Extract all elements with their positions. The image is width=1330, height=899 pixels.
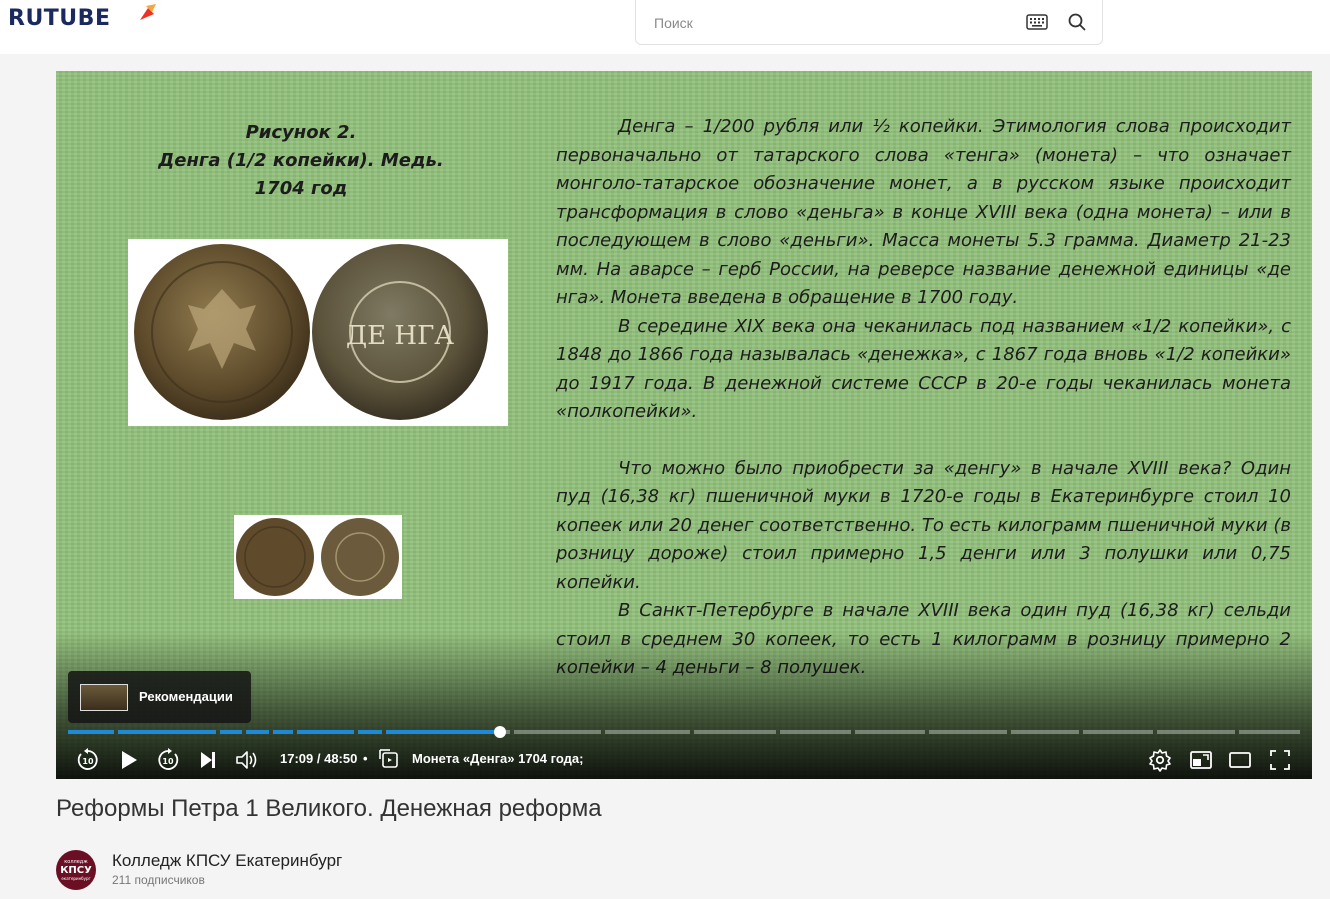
- svg-text:10: 10: [162, 757, 174, 766]
- progress-segment[interactable]: [780, 730, 851, 734]
- progress-segment[interactable]: [514, 730, 601, 734]
- progress-segment[interactable]: [68, 730, 114, 734]
- video-title: Реформы Петра 1 Великого. Денежная рефор…: [56, 795, 602, 822]
- progress-segment[interactable]: [1157, 730, 1235, 734]
- channel-avatar[interactable]: колледж КПСУ екатеринбург: [56, 850, 96, 890]
- figure-caption-line: Рисунок 2.: [245, 122, 357, 143]
- recommendations-thumbnail: [80, 684, 128, 711]
- progress-fill: [220, 730, 242, 734]
- theater-mode-icon[interactable]: [1228, 748, 1252, 772]
- volume-icon[interactable]: [234, 748, 260, 772]
- channel-name[interactable]: Колледж КПСУ Екатеринбург: [112, 851, 342, 871]
- video-player[interactable]: Рисунок 2. Денга (1/2 копейки). Медь. 17…: [56, 71, 1312, 779]
- rewind-10-icon[interactable]: 10: [76, 748, 100, 772]
- progress-fill: [358, 730, 382, 734]
- progress-segment[interactable]: [273, 730, 293, 734]
- search-icon[interactable]: [1068, 13, 1086, 31]
- coin-image-large: ДЕ НГА: [128, 239, 508, 426]
- search-input[interactable]: [652, 12, 1016, 34]
- progress-segment[interactable]: [694, 730, 776, 734]
- progress-segment[interactable]: [929, 730, 1007, 734]
- subscriber-count: 211 подписчиков: [112, 873, 205, 887]
- top-bar: RUTUBE: [0, 0, 1330, 54]
- svg-text:10: 10: [82, 757, 94, 766]
- progress-segment[interactable]: [855, 730, 925, 734]
- figure-caption: Рисунок 2. Денга (1/2 копейки). Медь. 17…: [126, 119, 476, 203]
- logo-mark-icon: [140, 4, 156, 20]
- picture-in-picture-icon[interactable]: [1189, 748, 1213, 772]
- progress-segment[interactable]: [220, 730, 242, 734]
- progress-segment[interactable]: [1083, 730, 1153, 734]
- forward-10-icon[interactable]: 10: [156, 748, 180, 772]
- separator-dot: •: [363, 751, 368, 766]
- progress-segment[interactable]: [1239, 730, 1300, 734]
- progress-fill: [297, 730, 354, 734]
- progress-fill: [246, 730, 269, 734]
- progress-segment[interactable]: [118, 730, 216, 734]
- recommendations-label: Рекомендации: [139, 689, 233, 704]
- chapters-icon[interactable]: [378, 747, 400, 769]
- figure-caption-line: 1704 год: [254, 178, 348, 199]
- progress-fill: [68, 730, 114, 734]
- rutube-logo[interactable]: RUTUBE: [8, 6, 110, 31]
- progress-bar[interactable]: [68, 726, 1300, 738]
- chapter-title[interactable]: Монета «Денга» 1704 года;: [412, 751, 583, 766]
- avatar-text: екатеринбург: [61, 876, 90, 881]
- slide-paragraph: Что можно было приобрести за «денгу» в н…: [556, 457, 1291, 593]
- slide-text: Денга – 1/200 рубля или ½ копейки. Этимо…: [556, 113, 1291, 683]
- figure-caption-line: Денга (1/2 копейки). Медь.: [158, 150, 444, 171]
- progress-segment[interactable]: [605, 730, 690, 734]
- recommendations-button[interactable]: Рекомендации: [68, 671, 251, 723]
- search-box: [635, 0, 1103, 45]
- time-display: 17:09 / 48:50: [280, 751, 358, 766]
- coin-image-small: [234, 515, 402, 599]
- settings-gear-icon[interactable]: [1148, 748, 1172, 772]
- progress-segment[interactable]: [297, 730, 354, 734]
- play-icon[interactable]: [117, 748, 141, 772]
- progress-segment[interactable]: [358, 730, 382, 734]
- progress-fill: [273, 730, 293, 734]
- slide-paragraph: Денга – 1/200 рубля или ½ копейки. Этимо…: [556, 116, 1291, 308]
- progress-segment[interactable]: [386, 730, 510, 734]
- slide-paragraph: В середине XIX века она чеканилась под н…: [556, 315, 1291, 423]
- progress-segment[interactable]: [1011, 730, 1079, 734]
- next-icon[interactable]: [196, 748, 220, 772]
- coin-inscription: ДЕ НГА: [346, 321, 454, 351]
- progress-fill: [386, 730, 501, 734]
- keyboard-icon[interactable]: [1026, 14, 1048, 30]
- avatar-text: КПСУ: [60, 865, 92, 876]
- fullscreen-icon[interactable]: [1268, 748, 1292, 772]
- progress-fill: [118, 730, 216, 734]
- progress-segment[interactable]: [246, 730, 269, 734]
